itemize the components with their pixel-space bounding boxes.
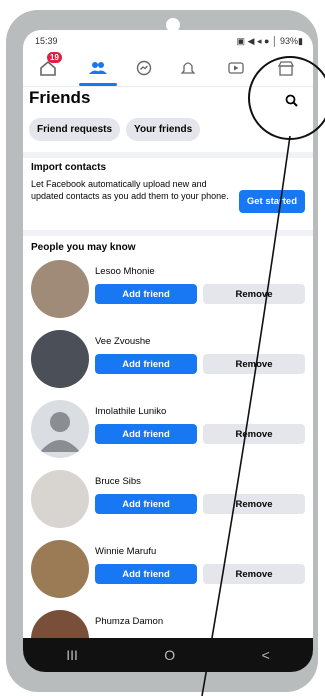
annotation-pointer-line xyxy=(201,135,291,696)
